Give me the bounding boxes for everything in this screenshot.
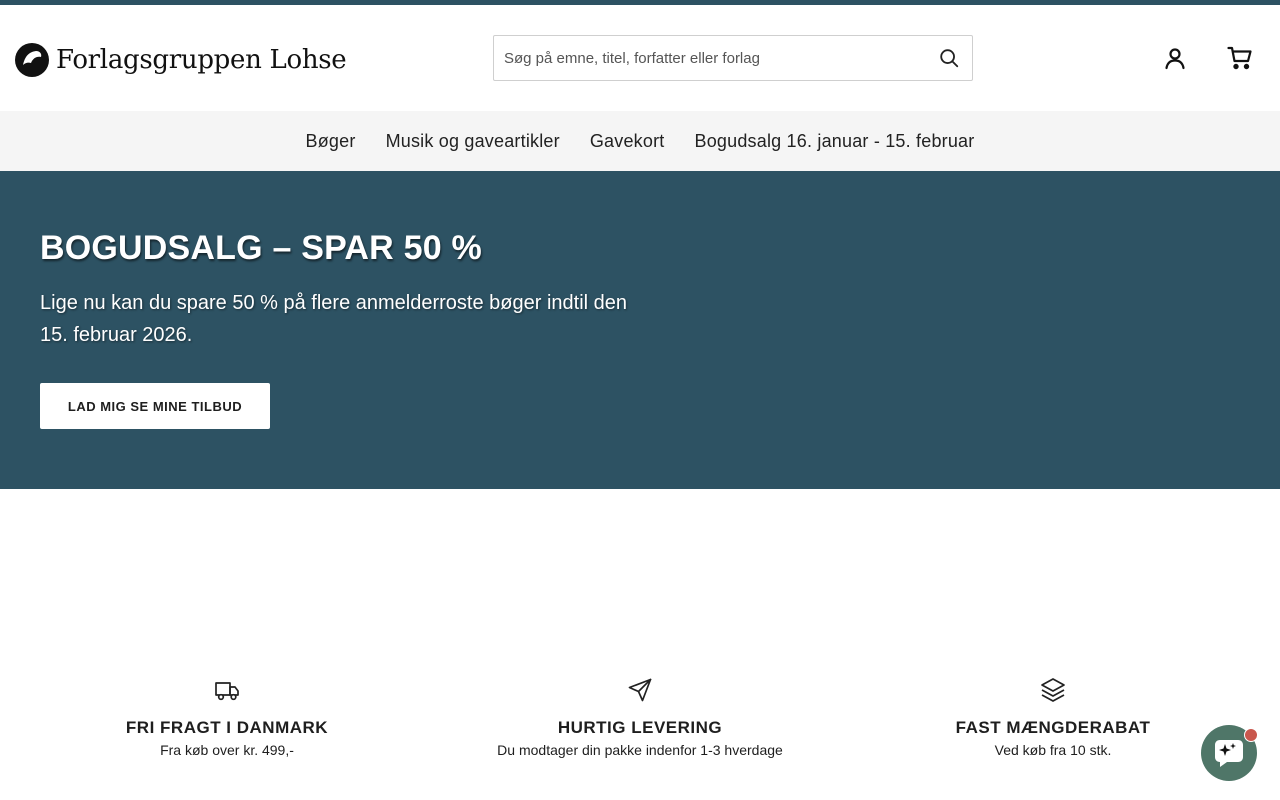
feature-subtitle: Du modtager din pakke indenfor 1-3 hverd… bbox=[497, 742, 783, 758]
nav-item-gavekort[interactable]: Gavekort bbox=[590, 131, 665, 152]
chat-sparkle-icon bbox=[1215, 740, 1243, 767]
feature-title: HURTIG LEVERING bbox=[557, 718, 723, 737]
search-input[interactable] bbox=[494, 36, 924, 80]
site-header: Forlagsgruppen Lohse bbox=[0, 5, 1280, 111]
hero-title: BOGUDSALG – SPAR 50 % bbox=[40, 229, 482, 267]
feature-volume-discount: FAST MÆNGDERABAT Ved køb fra 10 stk. bbox=[843, 676, 1263, 758]
feature-fast-delivery: HURTIG LEVERING Du modtager din pakke in… bbox=[430, 676, 850, 758]
feature-title: FAST MÆNGDERABAT bbox=[955, 718, 1151, 737]
user-icon[interactable] bbox=[1163, 46, 1187, 70]
main-navigation: Bøger Musik og gaveartikler Gavekort Bog… bbox=[0, 111, 1280, 171]
feature-free-shipping: FRI FRAGT I DANMARK Fra køb over kr. 499… bbox=[17, 676, 437, 758]
nav-item-bogudsalg[interactable]: Bogudsalg 16. januar - 15. februar bbox=[694, 131, 974, 152]
logo-mark-icon bbox=[15, 43, 49, 77]
feature-title: FRI FRAGT I DANMARK bbox=[125, 718, 329, 737]
see-offers-button[interactable]: LAD MIG SE MINE TILBUD bbox=[40, 383, 270, 429]
cart-icon[interactable] bbox=[1227, 46, 1253, 70]
site-name: Forlagsgruppen Lohse bbox=[56, 45, 347, 75]
feature-subtitle: Fra køb over kr. 499,- bbox=[160, 742, 294, 758]
send-icon bbox=[628, 678, 652, 702]
nav-item-musik-og-gaveartikler[interactable]: Musik og gaveartikler bbox=[386, 131, 560, 152]
search-box bbox=[493, 35, 973, 81]
site-logo[interactable]: Forlagsgruppen Lohse bbox=[15, 40, 347, 80]
notification-dot bbox=[1244, 728, 1258, 742]
feature-subtitle: Ved køb fra 10 stk. bbox=[994, 742, 1112, 758]
search-icon[interactable] bbox=[938, 47, 960, 69]
hero-description: Lige nu kan du spare 50 % på flere anmel… bbox=[40, 292, 628, 346]
layers-icon bbox=[1041, 678, 1065, 702]
hero-banner: BOGUDSALG – SPAR 50 % Lige nu kan du spa… bbox=[0, 171, 1280, 489]
nav-item-boger[interactable]: Bøger bbox=[306, 131, 356, 152]
truck-icon bbox=[215, 682, 239, 701]
